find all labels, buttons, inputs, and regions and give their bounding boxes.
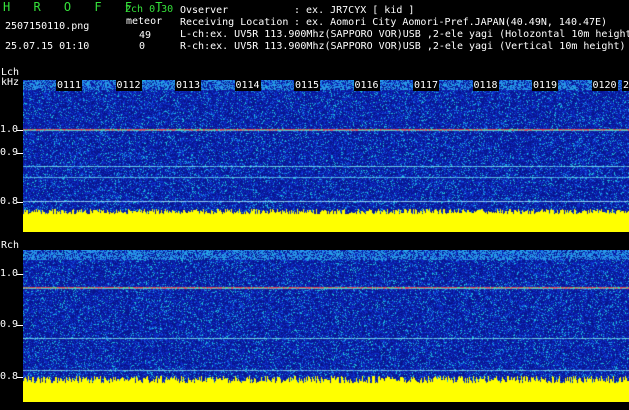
mode-label: meteor [126, 16, 163, 27]
version-label: 2ch 0.30 [125, 4, 174, 15]
observer-label: Ovserver [180, 5, 229, 16]
rch-spectrogram-canvas [23, 250, 629, 402]
timestamp-label: 0116 [353, 80, 380, 91]
timestamp-label: 0118 [472, 80, 499, 91]
datetime-label: 25.07.15 01:10 [5, 41, 90, 52]
rch-spectrogram [23, 250, 629, 402]
filename-label: 2507150110.png [5, 21, 90, 32]
timestamp-label: 0112 [115, 80, 142, 91]
count-r: 0 [139, 41, 146, 52]
observer-value: : ex. JR7CYX [ kid ] [294, 5, 415, 16]
rch-description: R-ch:ex. UV5R 113.900Mhz(SAPPORO VOR)USB… [180, 41, 626, 52]
location-label: Receiving Location [180, 17, 289, 28]
timestamp-label: 0113 [175, 80, 202, 91]
timestamp-label: 0117 [413, 80, 440, 91]
count-l: 49 [139, 30, 152, 41]
timestamp-label: 2 [622, 80, 629, 91]
lch-description: L-ch:ex. UV5R 113.900Mhz(SAPPORO VOR)USB… [180, 29, 629, 40]
rch-label: Rch [1, 240, 20, 251]
lch-spectrogram [23, 80, 629, 232]
lch-unit: kHz [1, 77, 20, 88]
location-value: : ex. Aomori City Aomori-Pref.JAPAN(40.4… [294, 17, 608, 28]
timestamp-label: 0111 [56, 80, 83, 91]
lch-spectrogram-canvas [23, 80, 629, 232]
timestamp-label: 0115 [294, 80, 321, 91]
timestamp-label: 0114 [234, 80, 261, 91]
timestamp-label: 0119 [532, 80, 559, 91]
timestamp-label: 0120 [591, 80, 618, 91]
